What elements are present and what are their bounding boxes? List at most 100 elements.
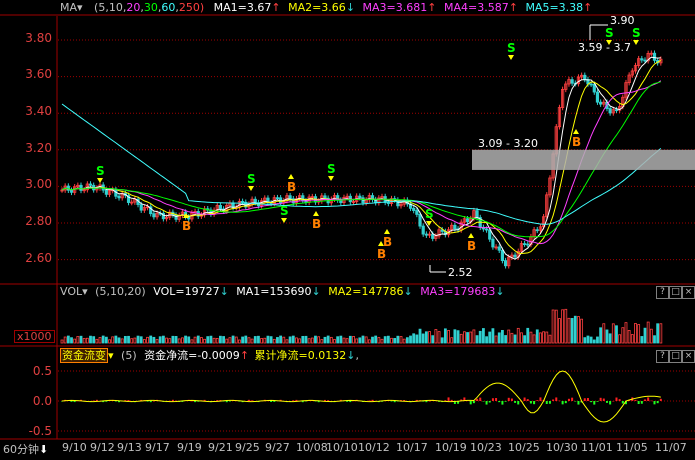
volume-bar xyxy=(304,335,308,344)
volume-bar xyxy=(478,330,482,344)
volume-bar xyxy=(336,336,340,344)
volume-bar xyxy=(542,331,545,344)
volume-bar xyxy=(234,336,238,344)
volume-bar xyxy=(352,336,355,344)
flow-bar xyxy=(225,401,228,403)
sell-signal-icon: S xyxy=(280,204,289,218)
flow-bar xyxy=(495,398,498,401)
flow-bar xyxy=(114,401,117,402)
volume-bar xyxy=(386,335,390,344)
flow-bar xyxy=(171,399,174,401)
volume-bar xyxy=(228,337,232,344)
price-range-box xyxy=(472,149,695,170)
volume-bar xyxy=(231,335,235,344)
candle xyxy=(652,52,657,61)
volume-bar xyxy=(295,337,298,344)
flow-bar xyxy=(599,397,602,401)
volume-bar xyxy=(168,338,172,344)
volume-bar xyxy=(469,331,473,344)
volume-bar xyxy=(501,330,504,344)
candle xyxy=(640,58,644,61)
volume-bar xyxy=(558,318,561,344)
candle xyxy=(522,243,527,246)
sell-signal-icon: S xyxy=(96,164,105,178)
volume-bar xyxy=(390,337,393,344)
volume-bar xyxy=(98,337,102,344)
volume-bar xyxy=(127,335,130,344)
volume-bar xyxy=(244,335,248,344)
flow-bar xyxy=(428,400,431,402)
candle xyxy=(88,183,93,186)
volume-bar xyxy=(212,337,216,344)
candle xyxy=(614,109,619,112)
volume-bar xyxy=(545,331,549,344)
flow-bar xyxy=(510,398,513,401)
volume-bar xyxy=(364,336,368,344)
flow-bar xyxy=(149,401,152,403)
volume-bar xyxy=(241,336,245,344)
volume-bar xyxy=(139,336,143,344)
candle xyxy=(497,246,501,251)
flow-bar xyxy=(349,401,352,403)
flow-bar xyxy=(190,400,193,402)
volume-bar xyxy=(634,323,637,344)
flow-bar xyxy=(327,400,330,401)
volume-bar xyxy=(380,338,384,344)
volume-bar xyxy=(510,332,514,344)
flow-bar xyxy=(517,401,520,405)
volume-bar xyxy=(466,332,469,344)
up-arrow-icon xyxy=(313,211,319,216)
volume-bar xyxy=(624,322,628,344)
flow-bar xyxy=(476,398,479,401)
volume-bar xyxy=(215,338,219,344)
flow-bar xyxy=(270,401,273,402)
volume-bar xyxy=(92,336,96,344)
volume-bar xyxy=(266,335,270,344)
flow-bar xyxy=(498,401,501,403)
volume-bar xyxy=(532,334,536,344)
volume-bar xyxy=(82,338,86,344)
volume-bar xyxy=(418,328,422,344)
flow-bar xyxy=(612,400,615,402)
candle xyxy=(475,210,479,218)
flow-bar xyxy=(482,401,485,402)
volume-bar xyxy=(402,338,406,344)
volume-bar xyxy=(142,339,146,344)
flow-bar xyxy=(447,397,450,401)
volume-bar xyxy=(291,335,295,344)
volume-bar xyxy=(76,336,80,344)
down-arrow-icon xyxy=(633,40,639,45)
up-arrow-icon xyxy=(468,233,474,238)
candle xyxy=(386,202,390,204)
flow-bar xyxy=(425,401,428,403)
volume-bar xyxy=(260,338,264,344)
volume-bar xyxy=(567,317,571,344)
candle xyxy=(117,195,121,199)
candle xyxy=(526,243,530,246)
volume-bar xyxy=(301,335,305,344)
candle xyxy=(275,197,280,200)
volume-bar xyxy=(355,338,359,344)
candle xyxy=(465,218,470,223)
flow-bar xyxy=(621,401,624,404)
candle xyxy=(79,184,83,191)
volume-bar xyxy=(320,339,324,344)
candle xyxy=(412,207,416,211)
volume-bar xyxy=(577,316,580,344)
candle xyxy=(453,224,457,230)
volume-bar xyxy=(133,337,137,344)
volume-bar xyxy=(481,328,485,344)
volume-bar xyxy=(447,330,450,344)
volume-bar xyxy=(523,335,526,344)
volume-bar xyxy=(298,338,302,344)
flow-bar xyxy=(251,400,254,401)
flow-bar xyxy=(574,401,577,402)
sell-signal-icon: S xyxy=(425,207,434,221)
range-label: 3.09 - 3.20 xyxy=(478,137,538,150)
flow-bar xyxy=(529,401,532,404)
volume-bar xyxy=(393,338,397,344)
flow-bar xyxy=(593,401,596,405)
volume-bar xyxy=(659,323,663,344)
buy-signal-icon: B xyxy=(312,217,321,231)
volume-bar xyxy=(314,335,317,344)
